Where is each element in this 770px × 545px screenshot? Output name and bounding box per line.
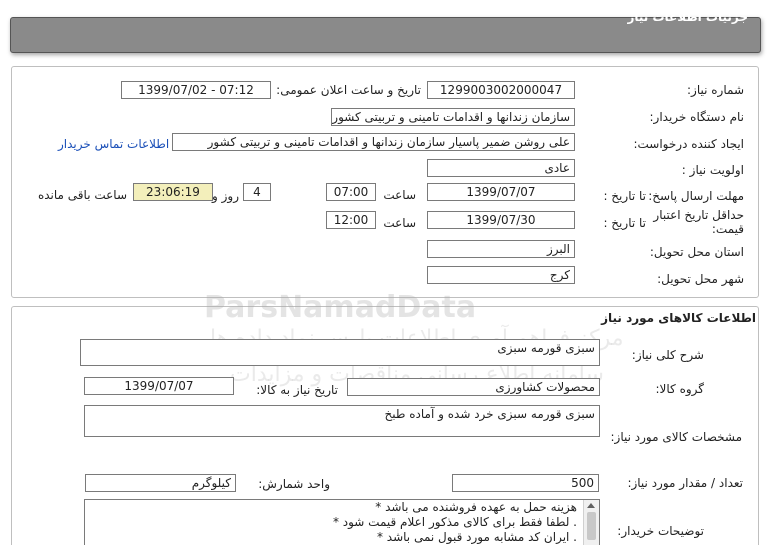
notes-line: هزینه حمل به عهده فروشنده می باشد * — [375, 500, 577, 514]
general-desc-field[interactable]: سبزی قورمه سبزی — [80, 339, 600, 366]
notes-scrollbar[interactable] — [583, 500, 599, 545]
reply-date-field[interactable]: 1399/07/07 — [427, 183, 575, 201]
quantity-label: تعداد / مقدار مورد نیاز: — [627, 476, 743, 490]
buyer-notes-field[interactable]: هزینه حمل به عهده فروشنده می باشد * . لط… — [84, 499, 600, 545]
buyer-org-field[interactable]: سازمان زندانها و اقدامات تامینی و تربیتی… — [331, 108, 575, 126]
general-desc-label: شرح کلی نیاز: — [631, 348, 704, 362]
need-date-field[interactable]: 1399/07/07 — [84, 377, 234, 395]
remaining-time-field[interactable]: 23:06:19 — [133, 183, 213, 201]
remaining-time-label: ساعت باقی مانده — [37, 188, 127, 202]
reply-deadline-label: مهلت ارسال پاسخ: — [648, 189, 744, 203]
buyer-org-label: نام دستگاه خریدار: — [649, 110, 745, 124]
goods-group-field[interactable]: محصولات کشاورزی — [347, 378, 600, 396]
goods-section-title: اطلاعات کالاهای مورد نیاز — [601, 311, 756, 325]
specs-label: مشخصات کالای مورد نیاز: — [610, 430, 742, 444]
specs-field[interactable]: سبزی قورمه سبزی خرد شده و آماده طبخ — [84, 405, 600, 437]
need-info-panel — [11, 66, 759, 298]
city-field[interactable]: کرج — [427, 266, 575, 284]
buyer-contact-link[interactable]: اطلاعات تماس خریدار — [58, 137, 169, 151]
goods-group-label: گروه کالا: — [655, 382, 705, 396]
unit-label: واحد شمارش: — [258, 477, 330, 491]
reply-until-date-label: تا تاریخ : — [603, 189, 646, 203]
quantity-field[interactable]: 500 — [452, 474, 599, 492]
notes-line: . لطفا فقط برای کالای مذکور اعلام قیمت ش… — [332, 515, 577, 529]
reply-time-label: ساعت — [383, 188, 416, 202]
announce-datetime-field[interactable]: 1399/07/02 - 07:12 — [121, 81, 271, 99]
priority-label: اولویت نیاز : — [681, 163, 744, 177]
need-number-label: شماره نیاز: — [687, 83, 744, 97]
days-remaining-field[interactable]: 4 — [243, 183, 271, 201]
province-field[interactable]: البرز — [427, 240, 575, 258]
requester-label: ایجاد کننده درخواست: — [633, 137, 744, 151]
reply-time-field[interactable]: 07:00 — [326, 183, 376, 201]
scroll-up-arrow-icon[interactable] — [587, 503, 595, 508]
price-validity-label: حداقل تاریخ اعتبار — [653, 208, 744, 222]
price-date-field[interactable]: 1399/07/30 — [427, 211, 575, 229]
price-time-label: ساعت — [383, 216, 416, 230]
province-label: استان محل تحویل: — [649, 245, 744, 259]
need-number-field[interactable]: 1299003002000047 — [427, 81, 575, 99]
unit-field[interactable]: کیلوگرم — [85, 474, 236, 492]
price-until-date-label: تا تاریخ : — [603, 216, 646, 230]
priority-field[interactable]: عادی — [427, 159, 575, 177]
need-date-label: تاریخ نیاز به کالا: — [256, 383, 338, 397]
price-time-field[interactable]: 12:00 — [326, 211, 376, 229]
page-title: جزئیات اطلاعات نیاز — [627, 10, 748, 24]
scroll-thumb[interactable] — [587, 512, 596, 540]
day-and-label: روز و — [212, 189, 239, 203]
announce-datetime-label: تاریخ و ساعت اعلان عمومی: — [276, 83, 421, 97]
city-label: شهر محل تحویل: — [657, 272, 744, 286]
requester-field[interactable]: علی روشن ضمیر پاسیار سازمان زندانها و اق… — [172, 133, 575, 151]
price-validity-label-line2: قیمت: — [711, 222, 744, 236]
notes-line: . ایران کد مشابه مورد قبول نمی باشد * — [376, 530, 577, 544]
buyer-notes-label: توضیحات خریدار: — [617, 524, 704, 538]
